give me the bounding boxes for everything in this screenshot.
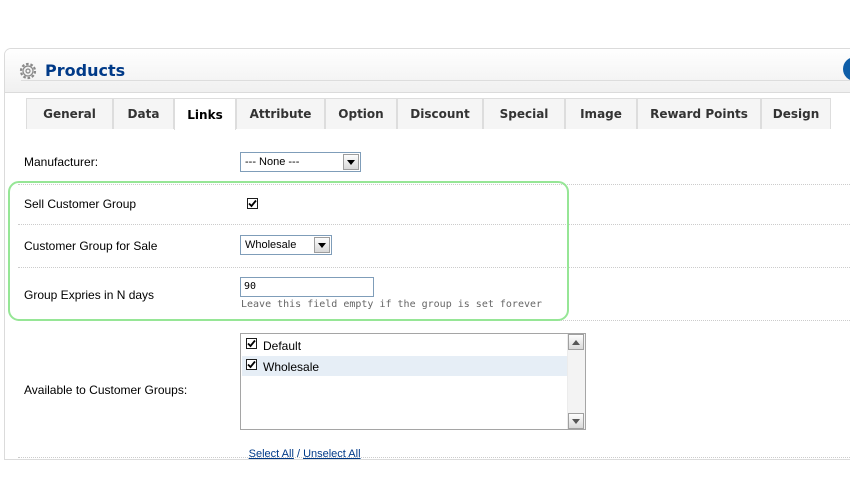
heading-action-button[interactable] [843,57,850,81]
list-item[interactable]: Wholesale [242,356,567,376]
chevron-down-icon [343,154,359,170]
tab-label: General [43,107,96,121]
tab-links[interactable]: Links [174,98,236,130]
tab-label: Reward Points [650,107,748,121]
form-row-manufacturer: Manufacturer: --- None --- [18,141,850,185]
customer-groups-list[interactable]: Default Wholesale [240,333,586,430]
checkmark-icon [247,360,256,369]
tab-discount[interactable]: Discount [397,98,483,129]
manufacturer-value: --- None --- [245,156,300,168]
tab-label: Option [338,107,384,121]
checkmark-icon [247,339,256,348]
tab-label: Discount [410,107,470,121]
available-groups-label: Available to Customer Groups: [24,383,188,397]
manufacturer-label: Manufacturer: [24,155,99,169]
manufacturer-select[interactable]: --- None --- [240,152,361,172]
chevron-down-icon [572,418,580,424]
tab-option[interactable]: Option [325,98,397,129]
gear-icon [19,62,37,80]
scroll-down-button[interactable] [568,413,584,429]
tab-label: Image [580,107,622,121]
chevron-up-icon [572,339,580,345]
tab-label: Data [127,107,160,121]
default-group-checkbox[interactable] [246,338,257,349]
tab-general[interactable]: General [26,98,113,129]
scroll-up-button[interactable] [568,334,584,350]
unselect-all-link[interactable]: Unselect All [303,448,360,460]
list-item-label: Wholesale [263,360,320,374]
list-item-label: Default [263,339,302,353]
link-separator: / [293,448,304,460]
vertical-scrollbar[interactable] [567,334,585,429]
select-all-link[interactable]: Select All [249,448,294,460]
wholesale-group-checkbox[interactable] [246,359,257,370]
panel-heading: Products [5,49,850,93]
tab-label: Attribute [249,107,312,121]
list-item[interactable]: Default [242,335,567,355]
tab-design[interactable]: Design [761,98,831,129]
tab-reward-points[interactable]: Reward Points [637,98,761,129]
select-links: Select All / Unselect All [241,432,361,460]
tab-attribute[interactable]: Attribute [236,98,325,129]
tab-label: Special [499,107,549,121]
tab-label: Links [187,107,223,122]
tab-data[interactable]: Data [113,98,174,129]
highlight-outline [8,181,569,321]
tab-label: Design [772,107,820,121]
page-title: Products [45,61,126,80]
tab-special[interactable]: Special [483,98,565,129]
tab-underline [21,80,850,81]
tab-image[interactable]: Image [565,98,637,129]
